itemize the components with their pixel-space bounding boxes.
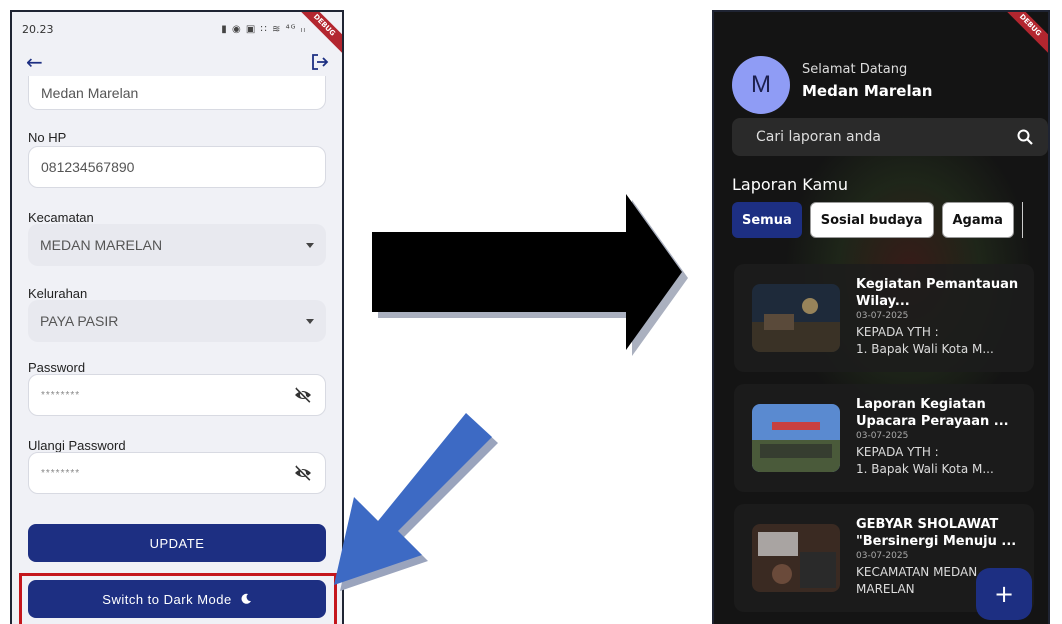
report-snippet: KEPADA YTH : 1. Bapak Wali Kota M...	[856, 445, 994, 476]
kelurahan-label: Kelurahan	[28, 286, 88, 301]
top-app-bar: ←	[12, 50, 342, 78]
dropdown-caret-icon	[306, 242, 314, 248]
kelurahan-value: PAYA PASIR	[40, 313, 119, 329]
back-arrow-icon[interactable]: ←	[26, 50, 43, 74]
repeat-password-value: ********	[41, 467, 81, 479]
status-bar	[714, 12, 1048, 40]
report-thumbnail	[752, 404, 840, 472]
welcome-text: Selamat Datang	[802, 62, 908, 77]
down-arrow-graphic	[334, 413, 498, 591]
section-title: Laporan Kamu	[732, 175, 849, 194]
phone-label: No HP	[28, 130, 67, 145]
update-button[interactable]: UPDATE	[28, 524, 326, 562]
search-bar[interactable]: Cari laporan anda	[732, 118, 1048, 156]
add-report-button[interactable]: +	[976, 568, 1032, 620]
search-icon[interactable]	[1016, 128, 1034, 146]
avatar[interactable]: M	[732, 56, 790, 114]
chip-agama[interactable]: Agama	[941, 202, 1014, 238]
dark-mode-home-screen: DEBUG M Selamat Datang Medan Marelan Car…	[712, 10, 1050, 624]
report-snippet: KEPADA YTH : 1. Bapak Wali Kota M...	[856, 325, 994, 356]
phone-field[interactable]: 081234567890	[28, 146, 326, 188]
logout-icon[interactable]	[310, 52, 330, 72]
eye-off-icon[interactable]	[293, 385, 313, 405]
repeat-password-label: Ulangi Password	[28, 438, 126, 453]
report-thumbnail	[752, 284, 840, 352]
report-title: Laporan Kegiatan Upacara Perayaan ...	[856, 397, 1009, 429]
password-field[interactable]: ********	[28, 374, 326, 416]
update-button-label: UPDATE	[149, 535, 205, 551]
chip-semua[interactable]: Semua	[732, 202, 802, 238]
chip-sosial-budaya[interactable]: Sosial budaya	[809, 202, 934, 238]
phone-field-value: 081234567890	[41, 159, 135, 175]
report-date: 03-07-2025	[856, 551, 909, 561]
password-label: Password	[28, 360, 86, 375]
repeat-password-field[interactable]: ********	[28, 452, 326, 494]
right-arrow-graphic	[372, 194, 688, 356]
highlight-box	[19, 573, 337, 624]
report-thumbnail	[752, 524, 840, 592]
name-field-value: Medan Marelan	[41, 84, 139, 101]
status-bar: 20.23 ▮ ◉ ▣ ∷ ≋ ⁴ᴳ ₗₗ	[12, 12, 342, 46]
report-date: 03-07-2025	[856, 311, 909, 321]
status-time: 20.23	[22, 22, 54, 36]
category-chips: Semua Sosial budaya Agama	[732, 202, 1023, 238]
light-mode-profile-screen: 20.23 ▮ ◉ ▣ ∷ ≋ ⁴ᴳ ₗₗ DEBUG ← Medan Mare…	[10, 10, 344, 624]
chip-overflow-divider	[1021, 202, 1023, 238]
report-card[interactable]: Laporan Kegiatan Upacara Perayaan ... 03…	[734, 384, 1034, 492]
report-card[interactable]: Kegiatan Pemantauan Wilay... 03-07-2025 …	[734, 264, 1034, 372]
user-name: Medan Marelan	[802, 82, 933, 100]
dropdown-caret-icon	[306, 318, 314, 324]
avatar-letter: M	[751, 71, 771, 98]
plus-icon: +	[993, 580, 1015, 608]
report-title: Kegiatan Pemantauan Wilay...	[856, 277, 1019, 309]
kecamatan-dropdown[interactable]: MEDAN MARELAN	[28, 224, 326, 266]
report-title: GEBYAR SHOLAWAT "Bersinergi Menuju ...	[856, 517, 1017, 549]
kelurahan-dropdown[interactable]: PAYA PASIR	[28, 300, 326, 342]
name-field[interactable]: Medan Marelan	[28, 76, 326, 110]
kecamatan-label: Kecamatan	[28, 210, 94, 225]
eye-off-icon[interactable]	[293, 463, 313, 483]
password-value: ********	[41, 389, 81, 401]
kecamatan-value: MEDAN MARELAN	[40, 237, 163, 253]
report-date: 03-07-2025	[856, 431, 909, 441]
search-placeholder: Cari laporan anda	[756, 129, 881, 145]
